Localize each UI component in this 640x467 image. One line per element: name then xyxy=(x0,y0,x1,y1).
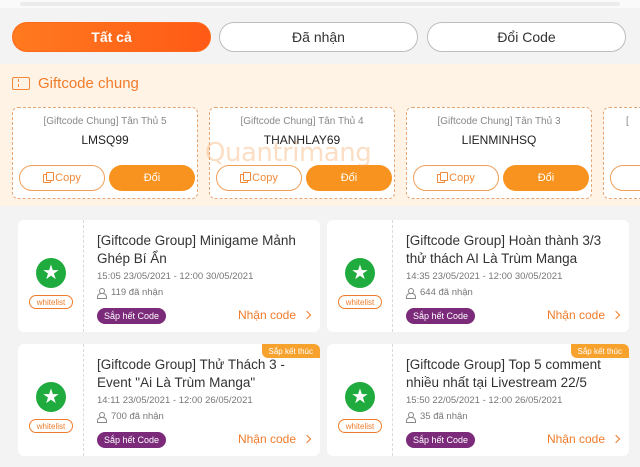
chevron-right-icon xyxy=(611,310,621,320)
top-bar xyxy=(20,2,620,6)
received-count: 119 đã nhận xyxy=(111,287,164,298)
giftcode-card-partial: [ xyxy=(603,107,640,199)
whitelist-badge: whitelist xyxy=(29,295,73,309)
claim-label: Nhận code xyxy=(237,308,296,322)
tab-redeem-code[interactable]: Đổi Code xyxy=(427,22,626,52)
event-received: 35 đã nhận xyxy=(406,411,468,423)
event-card[interactable]: ★ whitelist [Giftcode Group] Hoàn thành … xyxy=(327,220,629,332)
tab-bar: Tất cả Đã nhận Đổi Code xyxy=(12,22,628,52)
copy-icon xyxy=(43,171,55,183)
star-icon: ★ xyxy=(36,258,66,288)
giftcode-subtitle: [Giftcode Chung] Tân Thủ 5 xyxy=(43,116,167,127)
event-card-left: ★ whitelist xyxy=(327,220,393,332)
whitelist-badge: whitelist xyxy=(29,419,73,433)
star-icon: ★ xyxy=(345,258,375,288)
event-time: 14:35 23/05/2021 - 12:00 30/05/2021 xyxy=(406,271,563,282)
event-card-left: ★ whitelist xyxy=(18,220,84,332)
chevron-right-icon xyxy=(302,310,312,320)
claim-code-button[interactable]: Nhận code xyxy=(237,308,312,322)
copy-label: Copy xyxy=(55,172,81,184)
giftcode-section: Giftcode chung [Giftcode Chung] Tân Thủ … xyxy=(0,64,640,206)
copy-label: Copy xyxy=(449,172,475,184)
event-title: [Giftcode Group] Thử Thách 3 - Event "Ai… xyxy=(97,357,285,390)
event-title: [Giftcode Group] Minigame Mảnh Ghép Bí Ẩ… xyxy=(97,233,296,266)
copy-button[interactable]: Copy xyxy=(413,165,499,191)
event-time: 14:11 23/05/2021 - 12:00 26/05/2021 xyxy=(97,395,253,406)
people-icon xyxy=(97,412,107,423)
event-title: [Giftcode Group] Top 5 comment nhiều nhấ… xyxy=(406,357,601,390)
event-title: [Giftcode Group] Hoàn thành 3/3 thử thác… xyxy=(406,233,602,266)
giftcode-section-title: Giftcode chung xyxy=(38,74,139,92)
claim-code-button[interactable]: Nhận code xyxy=(237,432,312,446)
copy-label: Copy xyxy=(252,172,278,184)
ticket-icon xyxy=(12,76,30,90)
giftcode-subtitle: [ xyxy=(626,116,629,127)
giftcode-card: [Giftcode Chung] Tân Thủ 3 LIENMINHSQ Co… xyxy=(406,107,592,199)
redeem-button[interactable]: Đổi xyxy=(109,165,195,191)
event-card[interactable]: Sắp kết thúc ★ whitelist [Giftcode Group… xyxy=(18,344,320,456)
status-badge: Sắp hết Code xyxy=(406,308,476,324)
giftcode-subtitle: [Giftcode Chung] Tân Thủ 4 xyxy=(240,116,364,127)
giftcode-header: Giftcode chung xyxy=(12,72,139,94)
star-icon: ★ xyxy=(345,382,375,412)
giftcode-subtitle: [Giftcode Chung] Tân Thủ 3 xyxy=(437,116,561,127)
giftcode-value: LMSQ99 xyxy=(81,133,129,147)
event-time: 15:05 23/05/2021 - 12:00 30/05/2021 xyxy=(97,271,254,282)
status-badge: Sắp hết Code xyxy=(97,308,167,324)
copy-button[interactable]: Copy xyxy=(216,165,302,191)
copy-icon xyxy=(240,171,252,183)
claim-label: Nhận code xyxy=(546,308,605,322)
copy-button[interactable] xyxy=(610,165,640,191)
chevron-right-icon xyxy=(611,434,621,444)
people-icon xyxy=(406,288,416,299)
whitelist-badge: whitelist xyxy=(338,295,382,309)
whitelist-badge: whitelist xyxy=(338,419,382,433)
redeem-button[interactable]: Đổi xyxy=(503,165,589,191)
claim-code-button[interactable]: Nhận code xyxy=(546,308,621,322)
status-badge: Sắp hết Code xyxy=(97,432,167,448)
tab-received[interactable]: Đã nhận xyxy=(219,22,418,52)
event-card[interactable]: ★ whitelist [Giftcode Group] Minigame Mả… xyxy=(18,220,320,332)
watermark: Quantrimang xyxy=(205,138,372,168)
received-count: 35 đã nhận xyxy=(420,411,468,422)
event-received: 700 đã nhận xyxy=(97,411,164,423)
claim-label: Nhận code xyxy=(546,432,605,446)
copy-button[interactable]: Copy xyxy=(19,165,105,191)
event-card-left: ★ whitelist xyxy=(327,344,393,456)
received-count: 644 đã nhận xyxy=(420,287,473,298)
event-card-left: ★ whitelist xyxy=(18,344,84,456)
giftcode-value: LIENMINHSQ xyxy=(461,133,537,147)
event-received: 119 đã nhận xyxy=(97,287,164,299)
top-strip xyxy=(0,0,640,8)
copy-icon xyxy=(437,171,449,183)
people-icon xyxy=(406,412,416,423)
redeem-button[interactable]: Đổi xyxy=(306,165,392,191)
claim-code-button[interactable]: Nhận code xyxy=(546,432,621,446)
claim-label: Nhận code xyxy=(237,432,296,446)
event-time: 15:50 22/05/2021 - 12:00 26/05/2021 xyxy=(406,395,563,406)
status-badge: Sắp hết Code xyxy=(406,432,476,448)
star-icon: ★ xyxy=(36,382,66,412)
giftcode-card: [Giftcode Chung] Tân Thủ 5 LMSQ99 Copy Đ… xyxy=(12,107,198,199)
event-received: 644 đã nhận xyxy=(406,287,473,299)
chevron-right-icon xyxy=(302,434,312,444)
event-card[interactable]: Sắp kết thúc ★ whitelist [Giftcode Group… xyxy=(327,344,629,456)
received-count: 700 đã nhận xyxy=(111,411,164,422)
people-icon xyxy=(97,288,107,299)
tab-all[interactable]: Tất cả xyxy=(12,22,211,52)
